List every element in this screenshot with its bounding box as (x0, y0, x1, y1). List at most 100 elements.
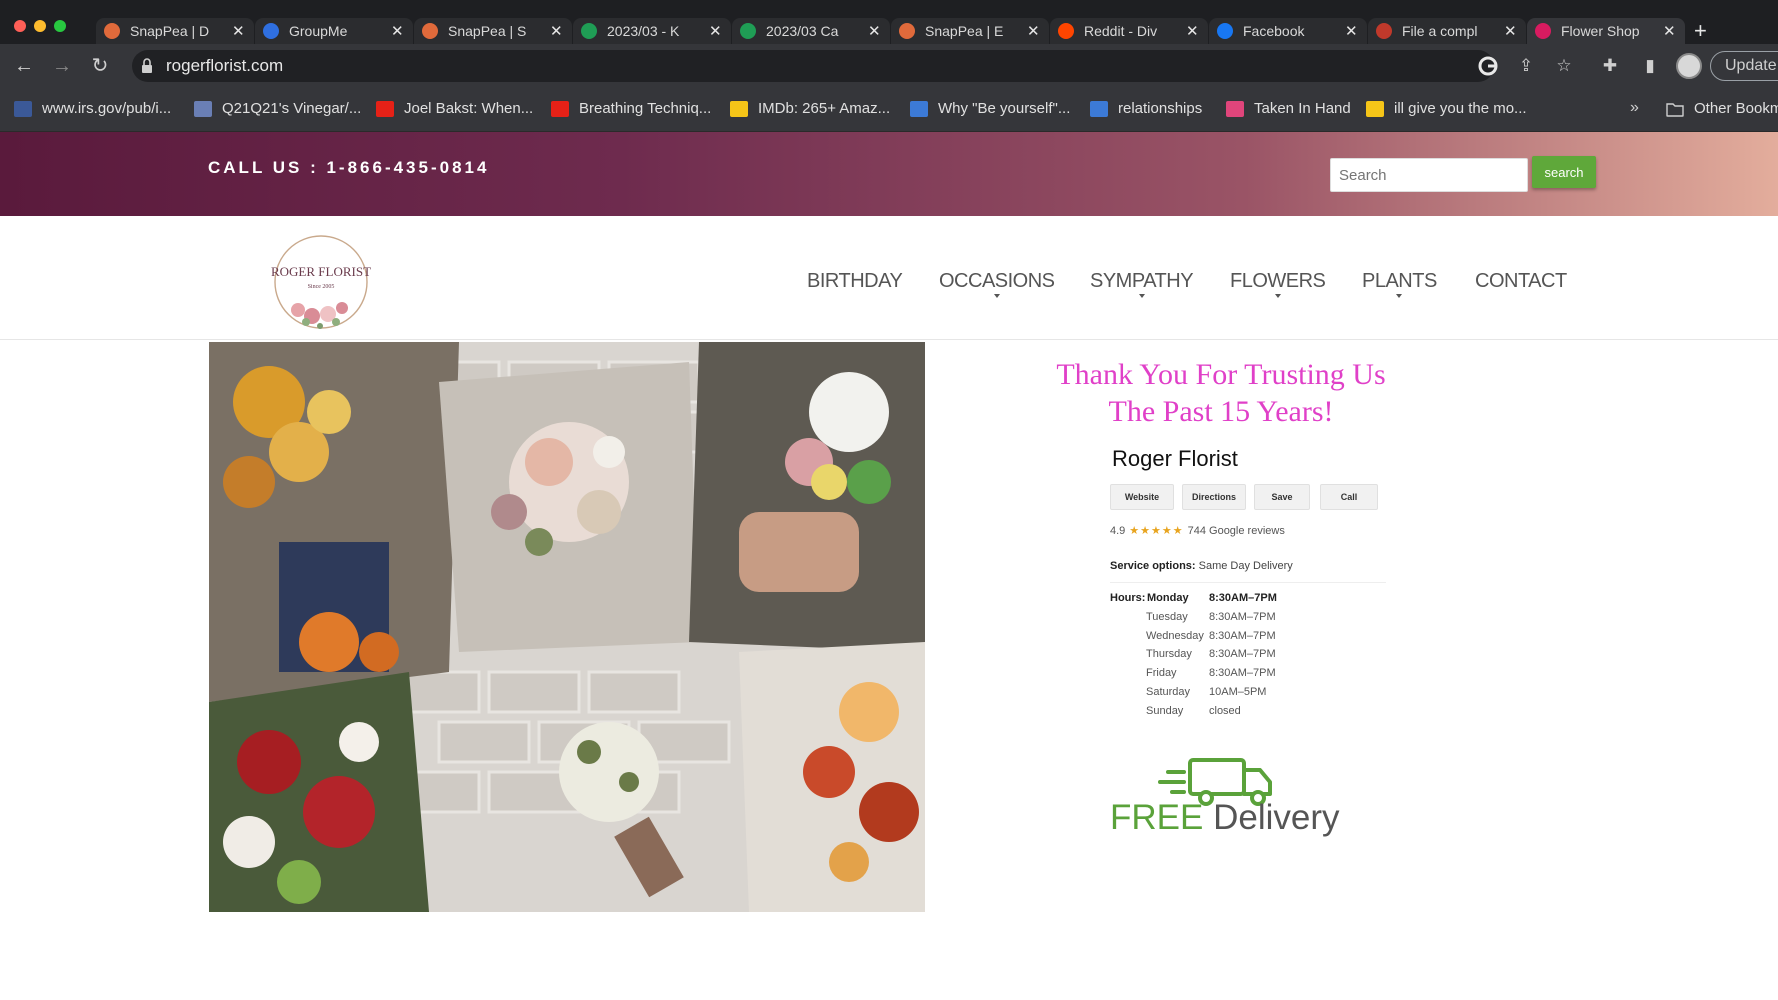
roger-florist-logo[interactable]: ROGER FLORIST Since 2005 (262, 232, 380, 336)
bookmark-item[interactable]: Joel Bakst: When... (376, 100, 533, 117)
service-options: Service options: Same Day Delivery (1110, 560, 1293, 572)
address-bar[interactable]: rogerflorist.com (132, 50, 1494, 82)
call-button[interactable]: Call (1320, 484, 1378, 510)
save-button[interactable]: Save (1254, 484, 1310, 510)
tab-favicon-icon (263, 23, 279, 39)
close-tab-icon[interactable]: ✕ (868, 22, 882, 40)
delivery-word: Delivery (1213, 798, 1340, 837)
update-button[interactable]: Update (1710, 51, 1778, 81)
bookmark-label: relationships (1118, 100, 1203, 117)
browser-tab[interactable]: SnapPea | D ✕ (96, 18, 254, 44)
nav-item-label: SYMPATHY (1090, 270, 1194, 292)
more-bookmarks-icon[interactable]: » (1630, 99, 1639, 117)
close-tab-icon[interactable]: ✕ (232, 22, 246, 40)
tab-favicon-icon (740, 23, 756, 39)
dropdown-caret-icon (1138, 294, 1145, 298)
bookmark-item[interactable]: www.irs.gov/pub/i... (14, 100, 171, 117)
nav-item-contact[interactable]: CONTACT (1475, 270, 1567, 293)
bookmark-favicon-icon (14, 100, 32, 117)
close-tab-icon[interactable]: ✕ (1504, 22, 1518, 40)
nav-item-occasions[interactable]: OCCASIONS (939, 270, 1055, 298)
close-tab-icon[interactable]: ✕ (550, 22, 564, 40)
maximize-window-icon[interactable] (54, 20, 66, 32)
bookmark-star-icon[interactable]: ☆ (1554, 56, 1574, 76)
rating-value: 4.9 (1110, 525, 1126, 537)
browser-tab[interactable]: Flower Shop ✕ (1527, 18, 1685, 44)
close-tab-icon[interactable]: ✕ (1345, 22, 1359, 40)
side-panel-icon[interactable]: ▮ (1640, 56, 1660, 76)
logo-since-text: Since 2005 (308, 284, 335, 290)
browser-tab[interactable]: SnapPea | E ✕ (891, 18, 1049, 44)
dropdown-caret-icon (1396, 294, 1403, 298)
browser-tab[interactable]: 2023/03 Ca ✕ (732, 18, 890, 44)
logo-name-text: ROGER FLORIST (271, 264, 371, 279)
nav-item-flowers[interactable]: FLOWERS (1230, 270, 1326, 298)
site-search-button[interactable]: search (1532, 156, 1596, 188)
tab-title: SnapPea | E (925, 23, 1004, 39)
close-tab-icon[interactable]: ✕ (709, 22, 723, 40)
google-icon[interactable] (1478, 56, 1498, 76)
hours-time: closed (1209, 704, 1241, 717)
hours-day: Tuesday (1146, 610, 1188, 623)
directions-button[interactable]: Directions (1182, 484, 1246, 510)
browser-tab[interactable]: Reddit - Div ✕ (1050, 18, 1208, 44)
bookmark-favicon-icon (194, 100, 212, 117)
bookmark-item[interactable]: Q21Q21's Vinegar/... (194, 100, 361, 117)
close-tab-icon[interactable]: ✕ (1663, 22, 1677, 40)
close-tab-icon[interactable]: ✕ (1186, 22, 1200, 40)
tab-title: Flower Shop (1561, 23, 1640, 39)
bookmark-favicon-icon (376, 100, 394, 117)
thank-you-line-2: The Past 15 Years! (1108, 395, 1334, 428)
nav-item-birthday[interactable]: BIRTHDAY (807, 270, 903, 293)
extensions-icon[interactable]: ✚ (1600, 56, 1620, 76)
bookmark-label: Joel Bakst: When... (404, 100, 534, 117)
browser-tab[interactable]: GroupMe ✕ (255, 18, 413, 44)
thank-you-heading: Thank You For Trusting Us The Past 15 Ye… (1040, 356, 1402, 430)
bookmark-item[interactable]: ill give you the mo... (1366, 100, 1527, 117)
bookmark-label: Q21Q21's Vinegar/... (222, 100, 362, 117)
reload-icon[interactable]: ↻ (88, 54, 112, 78)
browser-tab[interactable]: SnapPea | S ✕ (414, 18, 572, 44)
browser-tab[interactable]: Facebook ✕ (1209, 18, 1367, 44)
tab-title: 2023/03 Ca (766, 23, 839, 39)
bookmark-label: Why "Be yourself"... (938, 100, 1071, 117)
hours-time: 8:30AM–7PM (1209, 592, 1277, 604)
main-navigation: ROGER FLORIST Since 2005 BIRTHDAY OCCASIO… (0, 216, 1778, 340)
bookmark-item[interactable]: relationships (1090, 100, 1202, 117)
profile-avatar[interactable] (1676, 53, 1702, 79)
bookmark-favicon-icon (1090, 100, 1108, 117)
tab-title: File a compl (1402, 23, 1478, 39)
website-button[interactable]: Website (1110, 484, 1174, 510)
tab-title: SnapPea | S (448, 23, 527, 39)
close-tab-icon[interactable]: ✕ (1027, 22, 1041, 40)
site-search-input[interactable] (1330, 158, 1528, 192)
bookmark-item[interactable]: IMDb: 265+ Amaz... (730, 100, 890, 117)
free-word: FREE (1110, 798, 1204, 837)
hours-time: 8:30AM–7PM (1209, 610, 1276, 623)
other-bookmarks-folder[interactable]: Other Bookm (1666, 100, 1778, 117)
close-window-icon[interactable] (14, 20, 26, 32)
call-us-text[interactable]: CALL US : 1-866-435-0814 (208, 158, 489, 178)
hours-day: Monday (1147, 592, 1189, 604)
browser-tab-strip: SnapPea | D ✕ GroupMe ✕ SnapPea | S ✕ 2023/03 … (0, 0, 1778, 44)
flower-collage-image (209, 342, 925, 912)
browser-tab[interactable]: 2023/03 - K ✕ (573, 18, 731, 44)
reviews-link[interactable]: 744 Google reviews (1188, 525, 1285, 537)
share-icon[interactable]: ⇪ (1516, 56, 1536, 76)
nav-item-label: FLOWERS (1230, 270, 1326, 292)
back-icon[interactable]: ← (12, 54, 36, 78)
bookmark-item[interactable]: Taken In Hand (1226, 100, 1351, 117)
bookmark-label: ill give you the mo... (1394, 100, 1527, 117)
minimize-window-icon[interactable] (34, 20, 46, 32)
forward-icon[interactable]: → (50, 54, 74, 78)
bookmark-item[interactable]: Why "Be yourself"... (910, 100, 1070, 117)
url-text: rogerflorist.com (166, 56, 284, 75)
star-rating-icon: ★★★★★ (1129, 525, 1184, 537)
bookmark-item[interactable]: Breathing Techniq... (551, 100, 711, 117)
nav-item-plants[interactable]: PLANTS (1362, 270, 1437, 298)
folder-icon (1666, 102, 1684, 117)
close-tab-icon[interactable]: ✕ (391, 22, 405, 40)
nav-item-sympathy[interactable]: SYMPATHY (1090, 270, 1194, 298)
browser-tab[interactable]: File a compl ✕ (1368, 18, 1526, 44)
new-tab-icon[interactable]: + (1694, 18, 1707, 44)
